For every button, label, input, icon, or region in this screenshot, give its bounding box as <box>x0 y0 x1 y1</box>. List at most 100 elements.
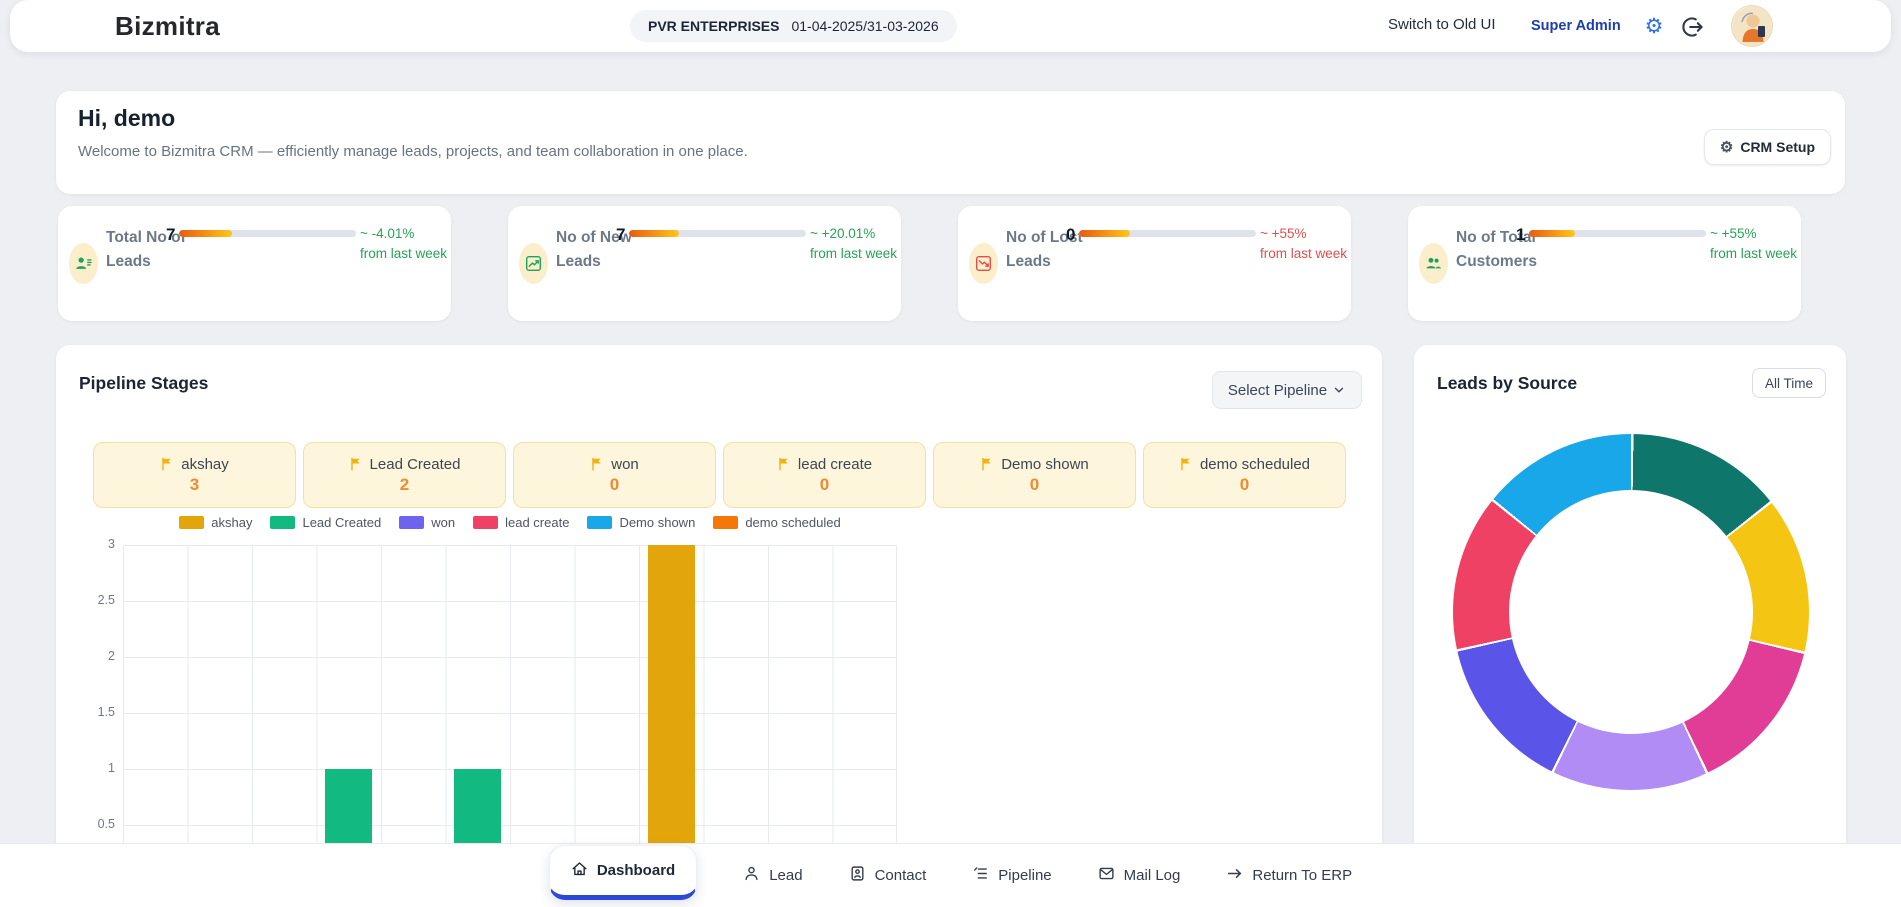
nav-item-pipeline[interactable]: Pipeline <box>972 865 1051 886</box>
stat-delta: ~ +20.01% from last week <box>810 224 898 265</box>
stage-name: Demo shown <box>1001 456 1089 473</box>
legend-label: lead create <box>505 515 569 530</box>
app-header: Bizmitra PVR ENTERPRISES 01-04-2025/31-0… <box>10 0 1891 52</box>
stage-count: 0 <box>1030 475 1039 495</box>
select-pipeline-dropdown[interactable]: Select Pipeline <box>1212 371 1362 409</box>
bar-chart-plot: 32.521.510.5 <box>123 545 897 881</box>
pipeline-stages-panel: Pipeline Stages Select Pipeline akshay 3 <box>56 345 1382 885</box>
stat-card-no-of-lost-leads: No of Lost Leads 0 ~ +55% from last week <box>958 206 1351 321</box>
person-lines-icon <box>69 243 98 284</box>
nav-item-dashboard[interactable]: Dashboard <box>549 845 697 900</box>
nav-item-mail-log[interactable]: Mail Log <box>1098 865 1181 886</box>
nav-label: Pipeline <box>998 867 1051 884</box>
stat-progress-track <box>629 230 806 237</box>
legend-label: Lead Created <box>302 515 381 530</box>
stage-chip-won[interactable]: won 0 <box>513 442 716 508</box>
org-name: PVR ENTERPRISES <box>648 18 779 34</box>
stage-count: 3 <box>190 475 199 495</box>
stat-progress-fill <box>629 230 679 237</box>
nav-item-contact[interactable]: Contact <box>849 865 927 886</box>
y-axis-tick: 0.5 <box>77 817 115 831</box>
welcome-card: Hi, demo Welcome to Bizmitra CRM — effic… <box>56 91 1845 194</box>
legend-label: akshay <box>211 515 252 530</box>
legend-item-won[interactable]: won <box>399 515 455 530</box>
leads-donut-chart <box>1453 434 1809 790</box>
graph-down-icon <box>969 243 998 284</box>
stage-chip-akshay[interactable]: akshay 3 <box>93 442 296 508</box>
nav-item-lead[interactable]: Lead <box>743 865 802 886</box>
stage-chip-demo-scheduled[interactable]: demo scheduled 0 <box>1143 442 1346 508</box>
stat-delta-note: from last week <box>360 244 448 264</box>
stat-progress-fill <box>179 230 232 237</box>
org-period-pill[interactable]: PVR ENTERPRISES 01-04-2025/31-03-2026 <box>630 10 957 42</box>
legend-label: demo scheduled <box>745 515 840 530</box>
nav-item-return-to-erp[interactable]: Return To ERP <box>1226 865 1352 886</box>
super-admin-label: Super Admin <box>1531 18 1621 34</box>
switch-to-old-ui-button[interactable]: Switch to Old UI <box>1388 16 1496 33</box>
stat-value: 1 <box>1516 225 1525 245</box>
stat-delta-note: from last week <box>1260 244 1348 264</box>
stage-count: 2 <box>400 475 409 495</box>
legend-swatch <box>713 516 738 529</box>
legend-item-demo-scheduled[interactable]: demo scheduled <box>713 515 840 530</box>
stat-progress-fill <box>1079 230 1130 237</box>
stat-progress-track <box>1079 230 1256 237</box>
legend-item-demo-shown[interactable]: Demo shown <box>587 515 695 530</box>
crm-setup-button[interactable]: ⚙︎ CRM Setup <box>1704 129 1831 165</box>
y-axis-tick: 2 <box>77 649 115 663</box>
stat-value: 0 <box>1066 225 1075 245</box>
stage-name: demo scheduled <box>1200 456 1310 473</box>
all-time-filter-button[interactable]: All Time <box>1752 368 1826 398</box>
legend-swatch <box>587 516 612 529</box>
logout-icon <box>1680 15 1704 39</box>
stage-chips-row: akshay 3 Lead Created 2 <box>93 442 1346 508</box>
stat-progress-track <box>179 230 356 237</box>
stat-progress-fill <box>1529 230 1575 237</box>
user-avatar[interactable] <box>1731 5 1773 47</box>
pipeline-icon <box>972 865 989 886</box>
stage-count: 0 <box>610 475 619 495</box>
flag-icon <box>980 457 994 471</box>
logout-button[interactable] <box>1680 15 1704 39</box>
y-axis-tick: 3 <box>77 537 115 551</box>
brand-logo: Bizmitra <box>115 11 220 42</box>
stage-chip-lead-create[interactable]: lead create 0 <box>723 442 926 508</box>
nav-label: Dashboard <box>597 862 675 879</box>
fiscal-period: 01-04-2025/31-03-2026 <box>791 18 938 34</box>
stat-label: No of Total Customers <box>1456 226 1540 274</box>
stat-value: 7 <box>166 225 175 245</box>
mail-icon <box>1098 865 1115 886</box>
chevron-down-icon <box>1332 383 1346 397</box>
stat-card-no-of-new-leads: No of New Leads 7 ~ +20.01% from last we… <box>508 206 901 321</box>
people-icon <box>1419 243 1448 284</box>
stat-card-total-no-of-leads: Total No of Leads 7 ~ -4.01% from last w… <box>58 206 451 321</box>
graph-up-icon <box>519 243 548 284</box>
legend-label: won <box>431 515 455 530</box>
settings-button[interactable]: ⚙︎ <box>1641 13 1667 39</box>
bar-akshay <box>648 545 695 881</box>
stat-card-no-of-total-customers: No of Total Customers 1 ~ +55% from last… <box>1408 206 1801 321</box>
flag-icon <box>590 457 604 471</box>
stage-name: lead create <box>798 456 872 473</box>
stage-name: Lead Created <box>370 456 461 473</box>
stage-chip-lead-created[interactable]: Lead Created 2 <box>303 442 506 508</box>
stage-chip-demo-shown[interactable]: Demo shown 0 <box>933 442 1136 508</box>
legend-swatch <box>399 516 424 529</box>
legend-item-lead-created[interactable]: Lead Created <box>270 515 381 530</box>
stat-delta-value: ~ -4.01% <box>360 224 448 244</box>
home-icon <box>571 860 588 881</box>
legend-item-lead-create[interactable]: lead create <box>473 515 569 530</box>
stage-name: won <box>611 456 639 473</box>
stat-label: No of New Leads <box>556 226 640 274</box>
legend-item-akshay[interactable]: akshay <box>179 515 252 530</box>
stat-value: 7 <box>616 225 625 245</box>
leads-by-source-panel: Leads by Source All Time <box>1414 345 1846 885</box>
donut-hole <box>1509 490 1753 734</box>
welcome-message: Welcome to Bizmitra CRM — efficiently ma… <box>78 143 748 160</box>
mascot-avatar-image <box>1732 6 1773 47</box>
stat-progress-track <box>1529 230 1706 237</box>
stat-delta: ~ -4.01% from last week <box>360 224 448 265</box>
nav-label: Lead <box>769 867 802 884</box>
flag-icon <box>777 457 791 471</box>
flag-icon <box>160 457 174 471</box>
